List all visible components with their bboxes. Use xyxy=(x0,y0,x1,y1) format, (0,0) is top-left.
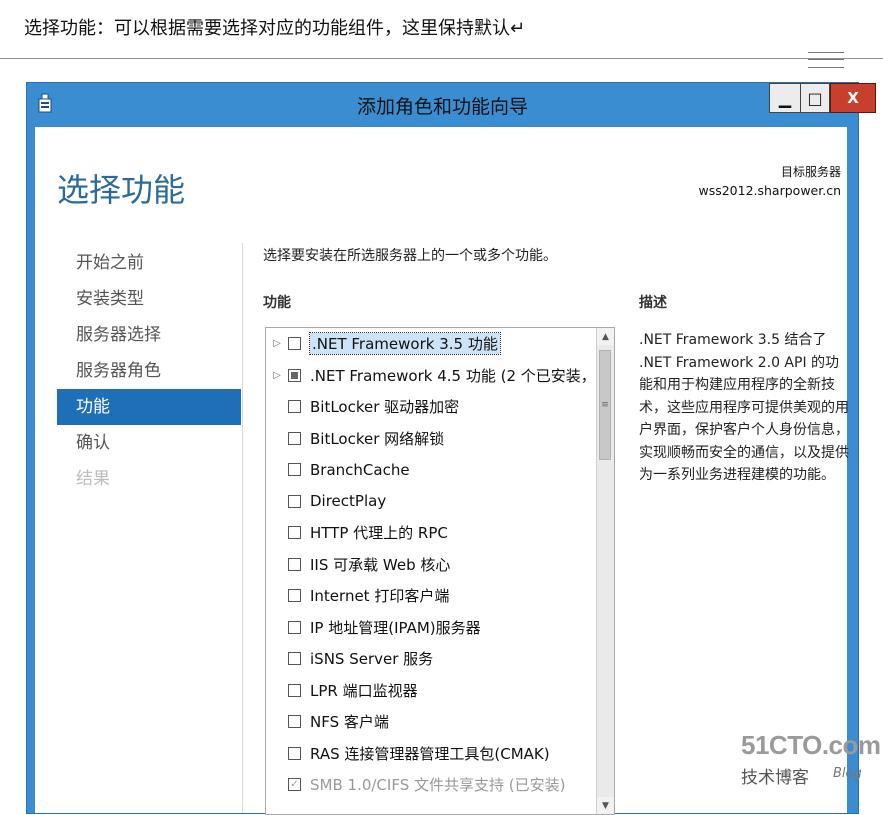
feature-label: Internet 打印客户端 xyxy=(310,587,450,606)
maximize-button[interactable]: □ xyxy=(800,83,830,113)
target-server-value: wss2012.sharpower.cn xyxy=(698,183,841,198)
feature-checkbox[interactable] xyxy=(288,368,301,382)
feature-row[interactable]: LPR 端口监视器 xyxy=(266,675,596,707)
wizard-window: 添加角色和功能向导 ▁ □ X 选择功能 目标服务器 wss2012.sharp… xyxy=(26,82,876,815)
step-server-roles[interactable]: 服务器角色 xyxy=(57,353,241,389)
watermark-logo: 51CTO.com xyxy=(741,730,881,760)
feature-label: DirectPlay xyxy=(310,492,387,511)
feature-label: SMB 1.0/CIFS 文件共享支持 (已安装) xyxy=(310,776,566,795)
step-confirmation[interactable]: 确认 xyxy=(57,425,241,461)
feature-checkbox[interactable] xyxy=(288,715,301,729)
nav-divider xyxy=(242,243,243,813)
chevron-down-icon[interactable]: ▼ xyxy=(597,797,614,814)
triangle-right-icon[interactable]: ▷ xyxy=(266,338,288,349)
feature-label: IP 地址管理(IPAM)服务器 xyxy=(310,618,481,637)
feature-row[interactable]: BranchCache xyxy=(266,454,596,486)
feature-label: NFS 客户端 xyxy=(310,713,389,732)
feature-row[interactable]: BitLocker 驱动器加密 xyxy=(266,391,596,423)
minimize-button[interactable]: ▁ xyxy=(769,83,801,113)
feature-checkbox[interactable] xyxy=(288,337,301,351)
feature-row[interactable]: ▷ .NET Framework 3.5 功能 xyxy=(266,328,596,360)
feature-label: HTTP 代理上的 RPC xyxy=(310,524,448,543)
title-bar[interactable]: 添加角色和功能向导 ▁ □ X xyxy=(27,83,876,123)
step-before-you-begin[interactable]: 开始之前 xyxy=(57,245,241,281)
feature-row[interactable]: RAS 连接管理器管理工具包(CMAK) xyxy=(266,738,596,770)
feature-row[interactable]: IP 地址管理(IPAM)服务器 xyxy=(266,612,596,644)
step-features[interactable]: 功能 xyxy=(57,389,241,425)
feature-label: BranchCache xyxy=(310,460,410,479)
feature-row[interactable]: BitLocker 网络解锁 xyxy=(266,423,596,455)
feature-row[interactable]: Internet 打印客户端 xyxy=(266,580,596,612)
feature-label: iSNS Server 服务 xyxy=(310,650,434,669)
feature-row[interactable]: NFS 客户端 xyxy=(266,706,596,738)
feature-label: .NET Framework 4.5 功能 (2 个已安装，共 7 个) xyxy=(310,366,614,385)
feature-checkbox[interactable] xyxy=(288,463,301,477)
feature-checkbox[interactable] xyxy=(288,652,301,666)
feature-label: RAS 连接管理器管理工具包(CMAK) xyxy=(310,744,550,763)
feature-checkbox[interactable] xyxy=(288,494,301,508)
features-list: ▷ .NET Framework 3.5 功能 ▷ .NET Framework 4.… xyxy=(266,328,614,801)
watermark-blog: Blog xyxy=(833,766,862,781)
feature-row[interactable]: HTTP 代理上的 RPC xyxy=(266,517,596,549)
window-title: 添加角色和功能向导 xyxy=(356,96,528,118)
target-server-label: 目标服务器 xyxy=(780,165,841,179)
features-scrollbar[interactable]: ▲ ≡ ▼ xyxy=(596,328,614,814)
feature-checkbox[interactable] xyxy=(288,683,301,697)
step-installation-type[interactable]: 安装类型 xyxy=(57,281,241,317)
feature-row[interactable]: ✓ SMB 1.0/CIFS 文件共享支持 (已安装) xyxy=(266,769,596,801)
feature-label: BitLocker 网络解锁 xyxy=(310,429,445,448)
feature-row[interactable]: DirectPlay xyxy=(266,486,596,518)
watermark: 51CTO.com 技术博客 Blog xyxy=(741,730,881,790)
feature-checkbox[interactable] xyxy=(288,620,301,634)
description-header: 描述 xyxy=(639,295,667,311)
instruction-text: 选择要安装在所选服务器上的一个或多个功能。 xyxy=(263,248,557,264)
feature-checkbox[interactable] xyxy=(288,557,301,571)
feature-checkbox[interactable] xyxy=(288,746,301,760)
feature-checkbox[interactable] xyxy=(288,400,301,414)
feature-checkbox[interactable]: ✓ xyxy=(288,778,301,792)
feature-label: IIS 可承载 Web 核心 xyxy=(310,555,451,574)
description-text: .NET Framework 3.5 结合了 .NET Framework 2.… xyxy=(639,332,849,483)
document-rule xyxy=(0,58,883,59)
feature-label: BitLocker 驱动器加密 xyxy=(310,398,460,417)
wizard-content: 选择功能 目标服务器 wss2012.sharpower.cn 开始之前 安装类… xyxy=(35,127,849,815)
step-server-selection[interactable]: 服务器选择 xyxy=(57,317,241,353)
feature-label: .NET Framework 3.5 功能 xyxy=(309,332,501,356)
triangle-right-icon[interactable]: ▷ xyxy=(266,370,288,381)
wizard-steps-nav: 开始之前 安装类型 服务器选择 服务器角色 功能 确认 结果 xyxy=(57,245,241,497)
close-button[interactable]: X xyxy=(830,83,876,113)
features-tree[interactable]: ▷ .NET Framework 3.5 功能 ▷ .NET Framework 4.… xyxy=(265,327,615,815)
scroll-thumb[interactable]: ≡ xyxy=(599,350,611,460)
features-header: 功能 xyxy=(263,295,291,311)
feature-label: LPR 端口监视器 xyxy=(310,681,418,700)
document-heading: 选择功能：可以根据需要选择对应的功能组件，这里保持默认↵ xyxy=(24,18,526,39)
feature-row[interactable]: ▷ .NET Framework 4.5 功能 (2 个已安装，共 7 个) xyxy=(266,360,614,392)
feature-row[interactable]: iSNS Server 服务 xyxy=(266,643,596,675)
chevron-up-icon[interactable]: ▲ xyxy=(597,328,614,345)
feature-checkbox[interactable] xyxy=(288,589,301,603)
feature-row[interactable]: IIS 可承载 Web 核心 xyxy=(266,549,596,581)
step-results: 结果 xyxy=(76,469,110,489)
document-mark-icon xyxy=(808,52,844,68)
feature-checkbox[interactable] xyxy=(288,431,301,445)
page-title: 选择功能 xyxy=(57,171,186,209)
feature-checkbox[interactable] xyxy=(288,526,301,540)
